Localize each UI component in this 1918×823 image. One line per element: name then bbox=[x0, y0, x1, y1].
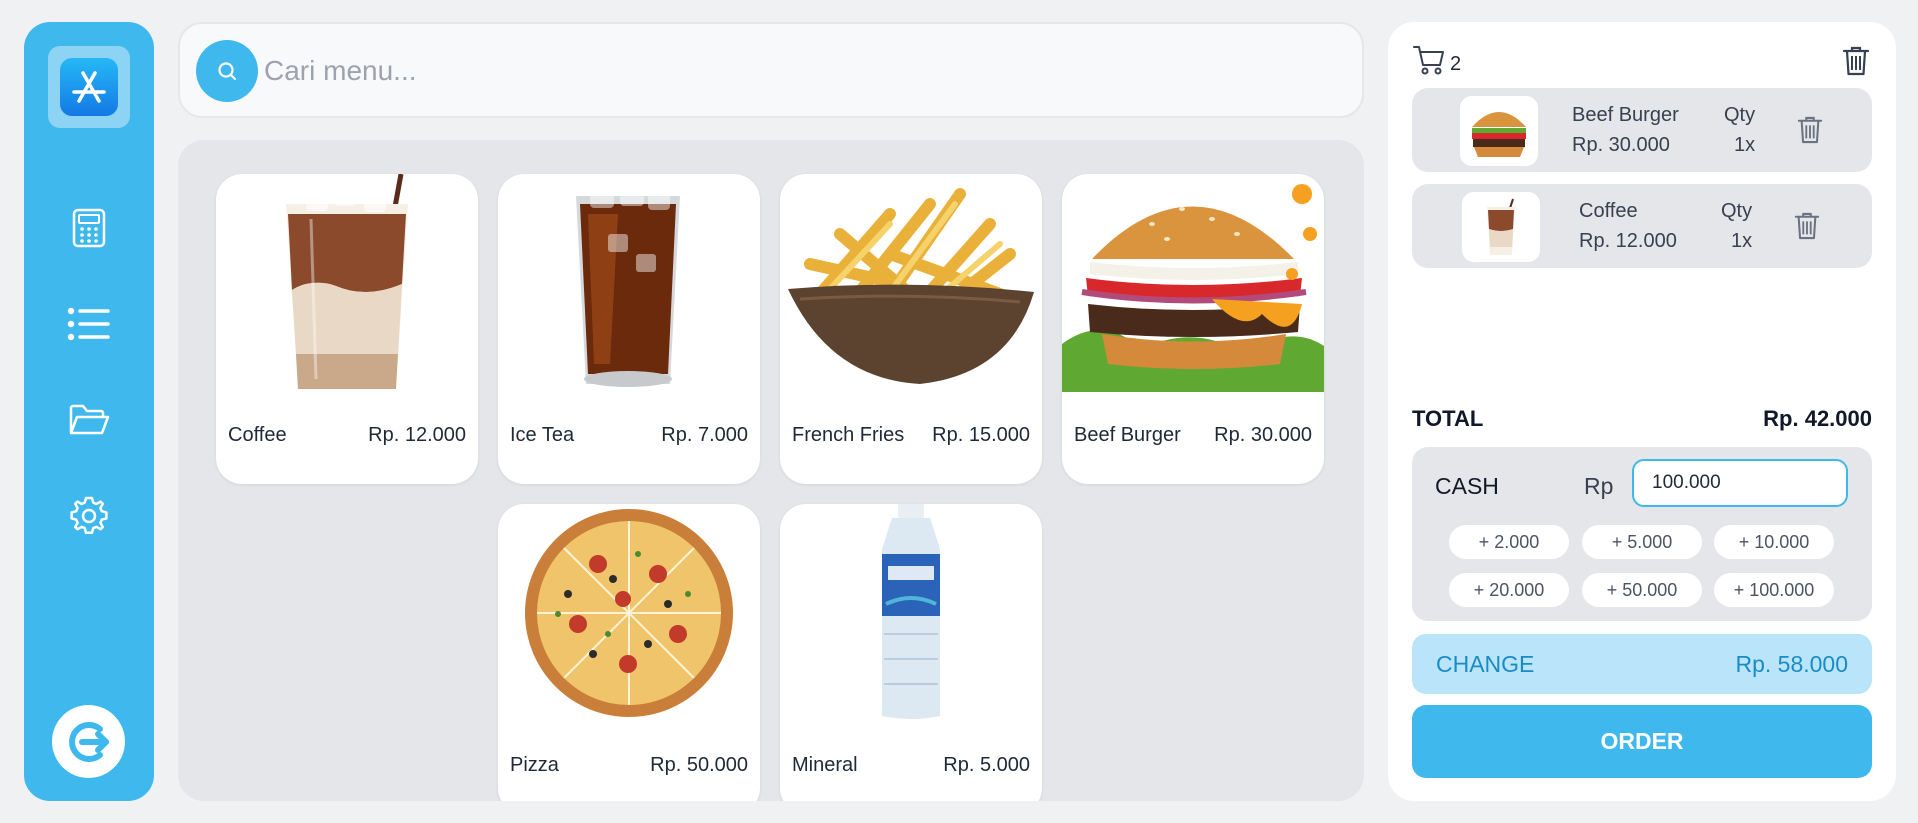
trash-icon bbox=[1842, 46, 1870, 76]
remove-item-button[interactable] bbox=[1795, 114, 1825, 146]
menu-item-price: Rp. 12.000 bbox=[368, 424, 466, 446]
cart-item-qty: 1x bbox=[1731, 230, 1753, 252]
change-display: CHANGE Rp. 58.000 bbox=[1412, 634, 1872, 694]
sidebar-item-calculator[interactable] bbox=[57, 196, 121, 260]
search-bar bbox=[178, 22, 1364, 118]
quick-amount-button[interactable]: + 10.000 bbox=[1714, 525, 1834, 559]
clear-cart-button[interactable] bbox=[1840, 44, 1872, 78]
cart-item-qty-label: Qty bbox=[1721, 200, 1753, 222]
change-value: Rp. 58.000 bbox=[1735, 651, 1848, 677]
sidebar-item-settings[interactable] bbox=[57, 484, 121, 548]
cart-count: 2 bbox=[1450, 52, 1462, 75]
menu-item-image bbox=[1062, 174, 1324, 392]
order-panel: 2 Beef Burger Rp. 30.000 Qty 1x Coffee R… bbox=[1388, 22, 1896, 801]
menu-item-image bbox=[780, 174, 1042, 392]
currency-label: Rp bbox=[1584, 473, 1614, 499]
menu-item-price: Rp. 30.000 bbox=[1214, 424, 1312, 446]
cart-item-price: Rp. 30.000 bbox=[1572, 134, 1670, 156]
menu-grid: Coffee Rp. 12.000 Ice Tea Rp. 7.000 Fren… bbox=[178, 140, 1364, 801]
quick-amount-button[interactable]: + 2.000 bbox=[1449, 525, 1569, 559]
menu-item-pizza[interactable]: Pizza Rp. 50.000 bbox=[498, 504, 760, 801]
cart-item-qty-label: Qty bbox=[1724, 104, 1756, 126]
trash-icon bbox=[1794, 212, 1820, 240]
cart-icon bbox=[1413, 46, 1444, 75]
cash-section: CASH Rp + 2.000 + 5.000 + 10.000 + 20.00… bbox=[1412, 447, 1872, 621]
change-label: CHANGE bbox=[1436, 651, 1535, 677]
total-label: TOTAL bbox=[1412, 406, 1484, 431]
menu-item-image bbox=[498, 174, 760, 392]
menu-item-name: Ice Tea bbox=[510, 424, 575, 446]
menu-item-name: Coffee bbox=[228, 424, 287, 446]
cash-label: CASH bbox=[1435, 473, 1499, 499]
logout-button[interactable] bbox=[52, 705, 125, 778]
menu-item-image bbox=[780, 504, 1042, 722]
quick-amount-button[interactable]: + 50.000 bbox=[1582, 573, 1702, 607]
menu-item-name: Pizza bbox=[510, 754, 559, 776]
cart-item-name: Coffee bbox=[1579, 200, 1638, 222]
cart-item-price: Rp. 12.000 bbox=[1579, 230, 1677, 252]
folder-icon bbox=[69, 404, 110, 435]
trash-icon bbox=[1797, 116, 1823, 144]
cart-item-thumbnail bbox=[1462, 192, 1540, 262]
menu-item-name: Mineral bbox=[792, 754, 858, 776]
cart-item: Coffee Rp. 12.000 Qty 1x bbox=[1412, 184, 1872, 268]
menu-item-name: Beef Burger bbox=[1074, 424, 1181, 446]
menu-item-price: Rp. 5.000 bbox=[943, 754, 1030, 776]
menu-item-image bbox=[216, 174, 478, 392]
menu-item-beef-burger[interactable]: Beef Burger Rp. 30.000 bbox=[1062, 174, 1324, 484]
sidebar-item-folder[interactable] bbox=[57, 388, 121, 452]
remove-item-button[interactable] bbox=[1792, 210, 1822, 242]
list-icon bbox=[67, 307, 110, 341]
menu-item-ice-tea[interactable]: Ice Tea Rp. 7.000 bbox=[498, 174, 760, 484]
menu-item-price: Rp. 7.000 bbox=[661, 424, 748, 446]
cart-item: Beef Burger Rp. 30.000 Qty 1x bbox=[1412, 88, 1872, 172]
calculator-icon bbox=[72, 208, 106, 248]
sidebar bbox=[24, 22, 154, 801]
cart-item-thumbnail bbox=[1460, 96, 1538, 166]
search-input[interactable] bbox=[264, 44, 1344, 98]
cart-header: 2 bbox=[1412, 44, 1461, 76]
menu-item-coffee[interactable]: Coffee Rp. 12.000 bbox=[216, 174, 478, 484]
search-button[interactable] bbox=[196, 40, 258, 102]
gear-icon bbox=[70, 496, 108, 535]
menu-item-image bbox=[498, 504, 760, 722]
logout-icon bbox=[68, 721, 109, 762]
sidebar-item-list[interactable] bbox=[57, 292, 121, 356]
menu-item-french-fries[interactable]: French Fries Rp. 15.000 bbox=[780, 174, 1042, 484]
menu-item-mineral[interactable]: Mineral Rp. 5.000 bbox=[780, 504, 1042, 801]
menu-item-price: Rp. 15.000 bbox=[932, 424, 1030, 446]
search-icon bbox=[218, 62, 237, 81]
app-store-icon bbox=[60, 58, 118, 116]
cart-item-qty: 1x bbox=[1734, 134, 1756, 156]
order-button[interactable]: ORDER bbox=[1412, 705, 1872, 778]
cart-item-name: Beef Burger bbox=[1572, 104, 1679, 126]
quick-amount-button[interactable]: + 5.000 bbox=[1582, 525, 1702, 559]
menu-item-name: French Fries bbox=[792, 424, 905, 446]
app-logo[interactable] bbox=[48, 46, 130, 128]
quick-amount-button[interactable]: + 20.000 bbox=[1449, 573, 1569, 607]
total-value: Rp. 42.000 bbox=[1763, 406, 1872, 431]
menu-item-price: Rp. 50.000 bbox=[650, 754, 748, 776]
cash-input[interactable] bbox=[1632, 459, 1848, 507]
quick-amount-button[interactable]: + 100.000 bbox=[1714, 573, 1834, 607]
